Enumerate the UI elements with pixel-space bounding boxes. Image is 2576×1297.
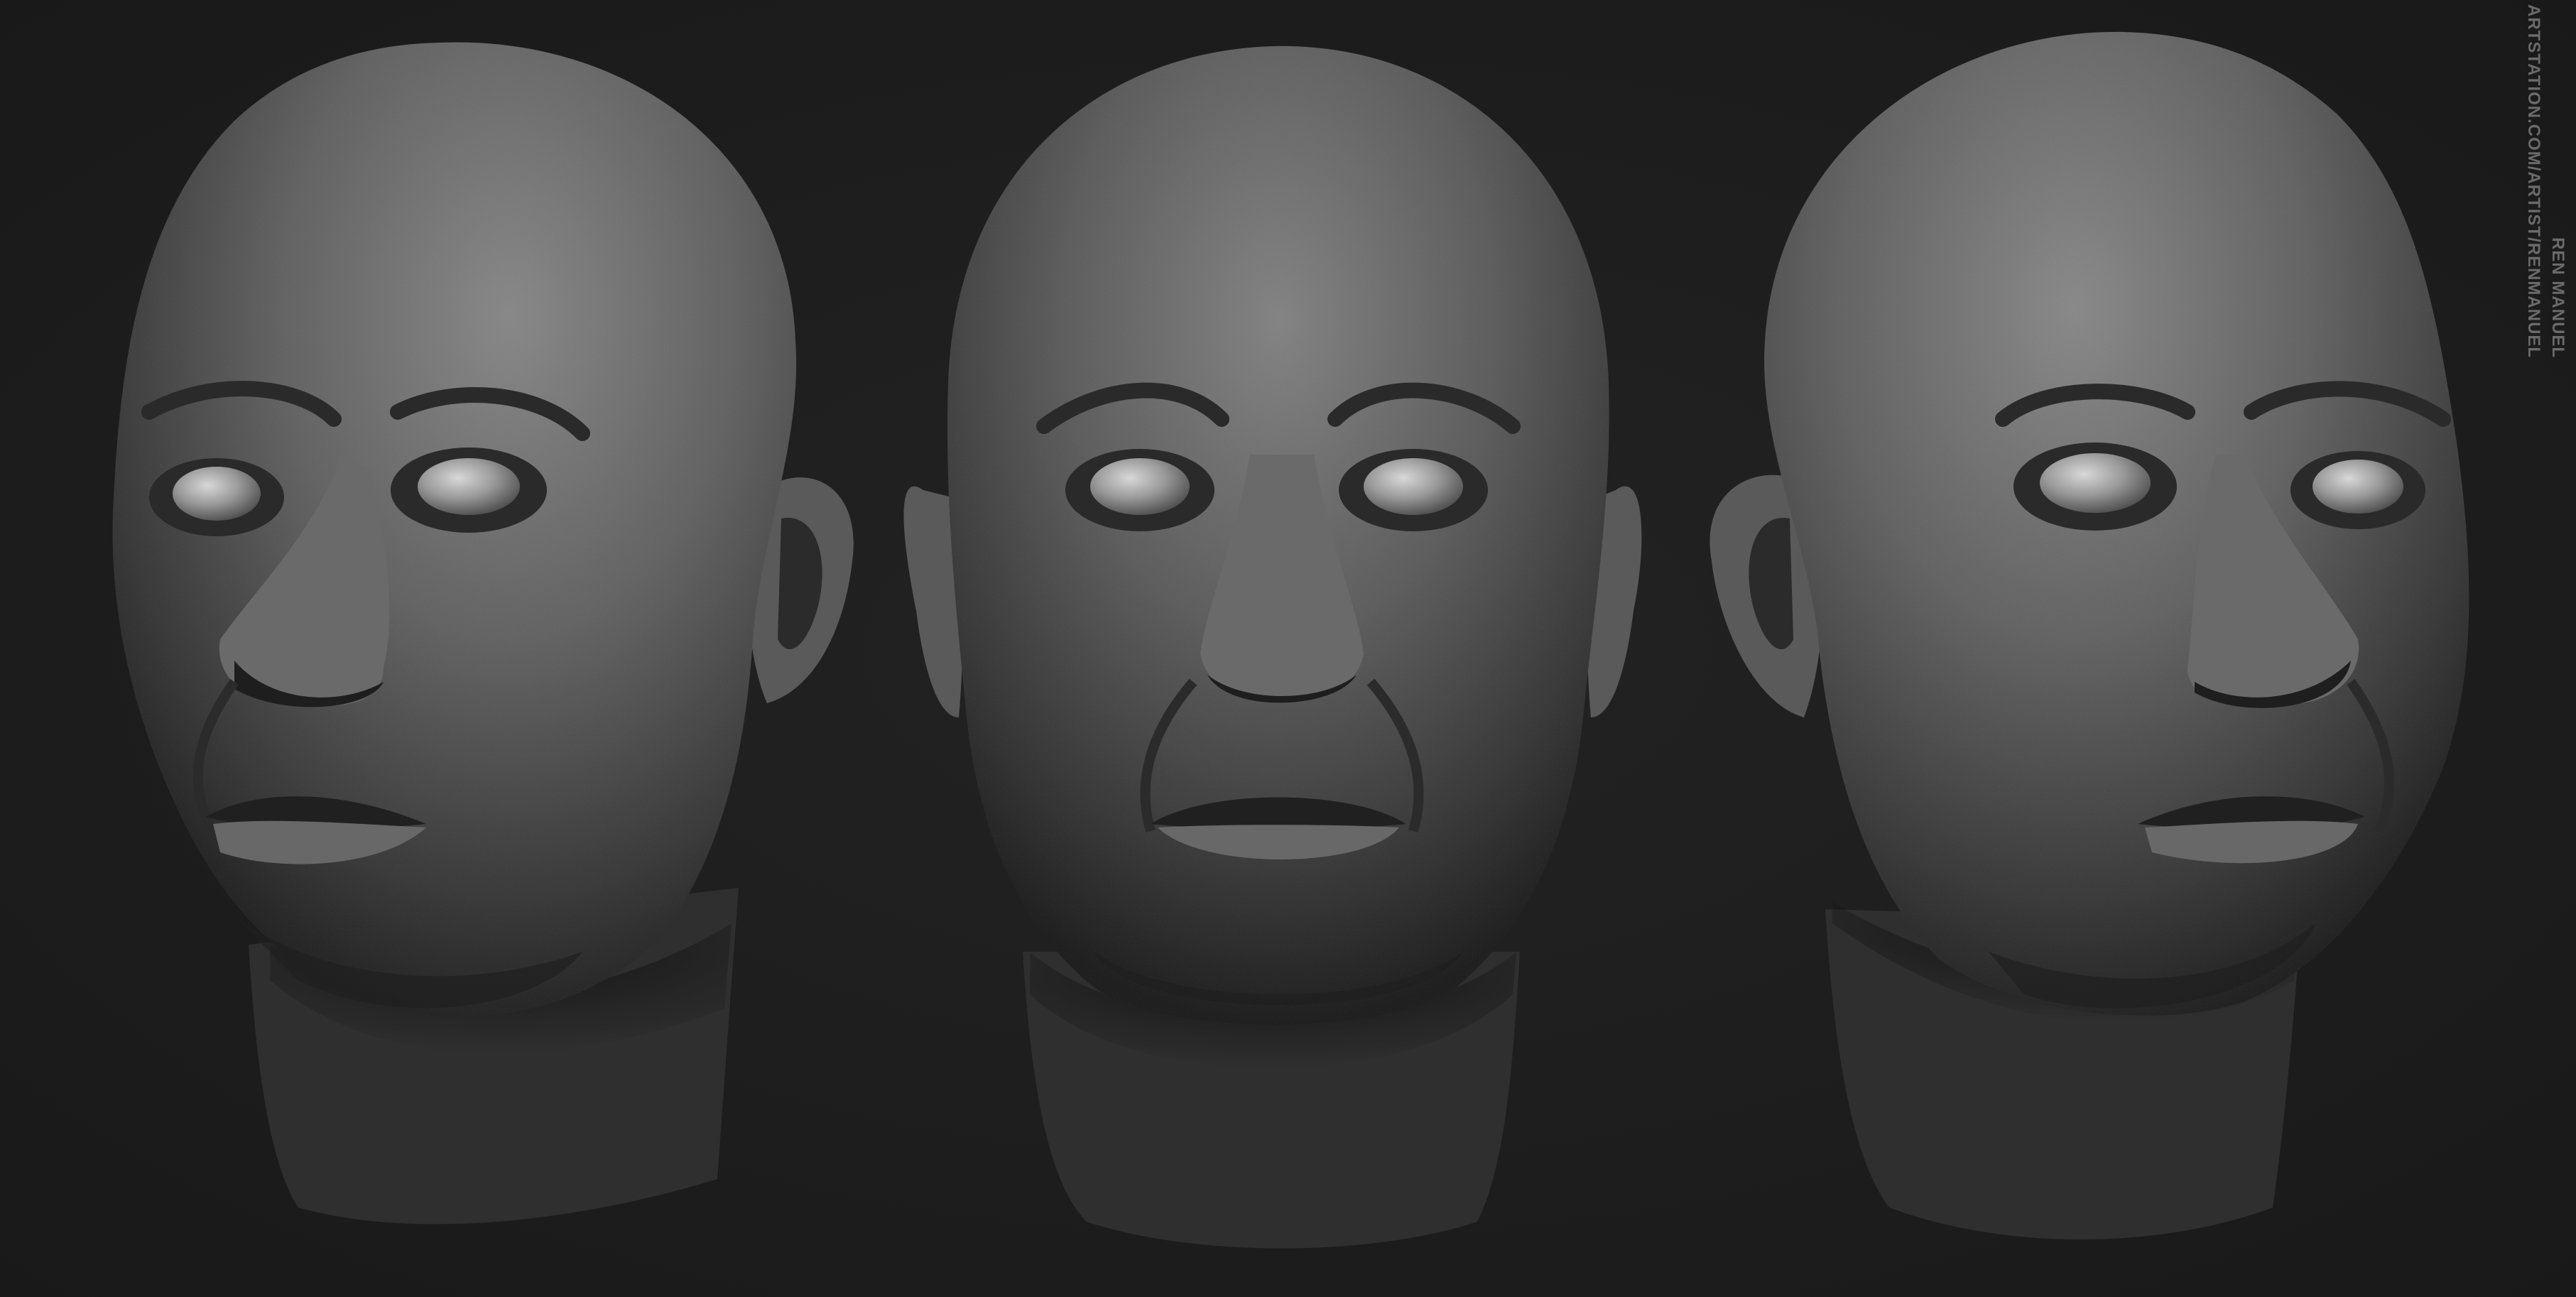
head-front xyxy=(903,45,1642,1249)
artist-url: ARTSTATION.COM/ARTIST/RENMANUEL xyxy=(2524,4,2543,359)
eye-left xyxy=(1090,458,1190,515)
sculpt-render xyxy=(112,31,2469,1249)
eye-right xyxy=(2313,460,2403,514)
head-three-quarter-left xyxy=(112,42,854,1225)
head-three-quarter-right xyxy=(1710,31,2469,1239)
eye-right xyxy=(1364,458,1463,515)
artist-name: REN MANUEL xyxy=(2548,237,2567,359)
eye-left xyxy=(2040,453,2151,513)
artist-credit: REN MANUEL ARTSTATION.COM/ARTIST/RENMANU… xyxy=(2521,4,2570,358)
render-canvas: REN MANUEL ARTSTATION.COM/ARTIST/RENMANU… xyxy=(0,0,2576,1297)
eye-right xyxy=(418,458,520,515)
eye-left xyxy=(173,467,261,521)
